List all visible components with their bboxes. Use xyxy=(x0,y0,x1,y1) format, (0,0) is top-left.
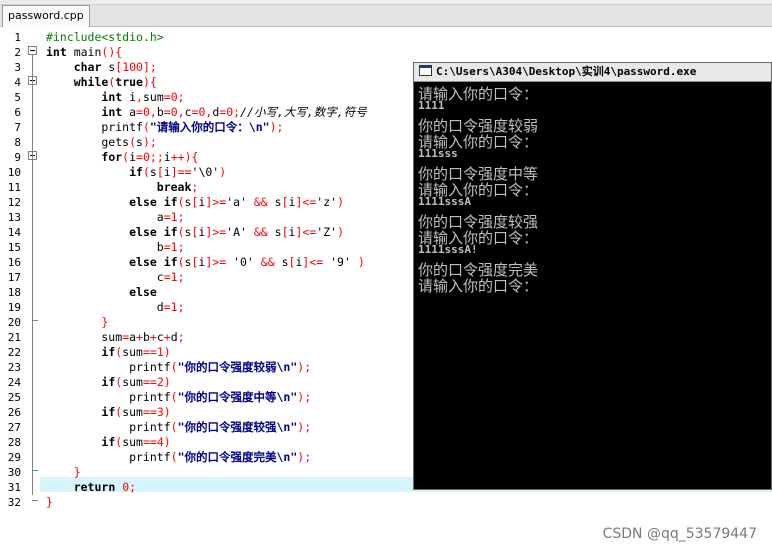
line-number: 24 xyxy=(7,376,21,389)
code-line[interactable]: int main(){ xyxy=(46,45,122,60)
line-number: 12 xyxy=(7,196,21,209)
code-line[interactable]: if(sum==1) xyxy=(46,345,170,360)
line-number: 29 xyxy=(7,451,21,464)
console-window-icon xyxy=(419,65,432,76)
line-number: 32 xyxy=(7,496,21,509)
watermark: CSDN @qq_53579447 xyxy=(602,526,757,542)
line-number: 27 xyxy=(7,421,21,434)
code-line[interactable]: for(i=0;;i++){ xyxy=(46,150,198,165)
console-line: 你的口令强度较强 xyxy=(418,213,539,231)
code-line[interactable]: break; xyxy=(46,180,199,195)
line-number: 26 xyxy=(7,406,21,419)
code-line[interactable]: gets(s); xyxy=(46,135,156,150)
code-line[interactable]: printf("请输入你的口令：\n"); xyxy=(46,120,283,135)
tab-password-cpp[interactable]: password.cpp xyxy=(2,5,90,27)
line-number: 13 xyxy=(7,211,21,224)
code-line[interactable]: else if(s[i]>= '0' && s[i]<= '9' ) xyxy=(46,255,365,270)
line-number: 22 xyxy=(7,346,21,359)
code-line[interactable]: } xyxy=(46,315,108,330)
code-line[interactable]: } xyxy=(46,465,81,480)
console-window[interactable]: C:\Users\A304\Desktop\实训4\password.exe 请… xyxy=(413,62,772,490)
code-line[interactable]: printf("你的口令强度较强\n"); xyxy=(46,420,311,435)
code-line[interactable]: int a=0,b=0,c=0,d=0;//小写,大写,数字,符号 xyxy=(46,105,366,120)
console-line: 请输入你的口令： xyxy=(418,181,539,199)
code-line[interactable]: if(sum==3) xyxy=(46,405,170,420)
console-title-bar[interactable]: C:\Users\A304\Desktop\实训4\password.exe xyxy=(414,63,771,82)
code-line[interactable]: else xyxy=(46,285,157,300)
fold-margin xyxy=(24,27,40,552)
line-number: 10 xyxy=(7,166,21,179)
line-number: 25 xyxy=(7,391,21,404)
console-output: 请输入你的口令： 1111 你的口令强度较弱 请输入你的口令： 111sss 你的口令强度… xyxy=(418,83,770,295)
console-line: 你的口令强度较弱 xyxy=(418,117,539,135)
line-number: 1 xyxy=(14,31,21,44)
code-line[interactable]: int i,sum=0; xyxy=(46,90,184,105)
console-line: 你的口令强度中等 xyxy=(418,165,539,183)
code-line[interactable]: d=1; xyxy=(46,300,185,315)
console-line: 请输入你的口令： xyxy=(418,85,539,103)
code-line[interactable]: char s[100]; xyxy=(46,60,157,75)
line-number: 11 xyxy=(7,181,21,194)
line-number: 16 xyxy=(7,256,21,269)
tab-bar-top xyxy=(0,0,772,5)
code-line[interactable]: b=1; xyxy=(46,240,185,255)
code-line[interactable]: else if(s[i]>='A' && s[i]<='Z') xyxy=(46,225,344,240)
line-number: 5 xyxy=(14,91,21,104)
code-line[interactable]: printf("你的口令强度完美\n"); xyxy=(46,450,311,465)
line-number: 8 xyxy=(14,136,21,149)
console-line: 请输入你的口令： xyxy=(418,133,539,151)
console-line: 你的口令强度完美 xyxy=(418,261,539,279)
fold-end-while xyxy=(32,470,38,471)
console-line: 请输入你的口令： xyxy=(418,229,539,247)
line-number: 14 xyxy=(7,226,21,239)
line-number: 9 xyxy=(14,151,21,164)
fold-end-main xyxy=(32,500,38,501)
line-number-gutter: 1 2 3 4 5 6 7 8 9 10 11 12 13 14 15 16 17 18 19 20 21 22 23 24 2… xyxy=(0,27,24,552)
console-line: 1111sssA xyxy=(418,195,471,208)
line-number: 2 xyxy=(14,46,21,59)
code-line[interactable]: while(true){ xyxy=(46,75,157,90)
line-number: 30 xyxy=(7,466,21,479)
console-title: C:\Users\A304\Desktop\实训4\password.exe xyxy=(436,65,697,78)
line-number: 3 xyxy=(14,61,21,74)
console-line: 请输入你的口令： xyxy=(418,277,539,295)
line-number: 20 xyxy=(7,316,21,329)
line-number: 17 xyxy=(7,271,21,284)
line-number: 19 xyxy=(7,301,21,314)
code-line[interactable]: if(sum==4) xyxy=(46,435,170,450)
line-number: 28 xyxy=(7,436,21,449)
code-line[interactable]: else if(s[i]>='a' && s[i]<='z') xyxy=(46,195,344,210)
code-line[interactable]: printf("你的口令强度较弱\n"); xyxy=(46,360,311,375)
code-line[interactable]: c=1; xyxy=(46,270,185,285)
code-line[interactable]: if(s[i]=='\0') xyxy=(46,165,226,180)
line-number: 23 xyxy=(7,361,21,374)
code-line[interactable]: printf("你的口令强度中等\n"); xyxy=(46,390,311,405)
fold-end-for xyxy=(32,320,38,321)
line-number: 6 xyxy=(14,106,21,119)
line-number: 15 xyxy=(7,241,21,254)
code-line[interactable]: return 0; xyxy=(46,480,136,495)
code-line[interactable]: a=1; xyxy=(46,210,185,225)
tab-bar: password.cpp xyxy=(0,0,772,27)
code-line[interactable]: #include<stdio.h> xyxy=(46,30,164,45)
line-number: 18 xyxy=(7,286,21,299)
console-line: 1111sssA! xyxy=(418,243,478,256)
line-number: 4 xyxy=(14,76,21,89)
line-number: 7 xyxy=(14,121,21,134)
code-line[interactable]: sum=a+b+c+d; xyxy=(46,330,184,345)
fold-guide-main xyxy=(32,55,33,495)
code-line[interactable]: if(sum==2) xyxy=(46,375,170,390)
line-number: 31 xyxy=(7,481,21,494)
fold-toggle-main-icon[interactable] xyxy=(28,46,37,55)
code-line[interactable]: } xyxy=(46,495,53,510)
line-number: 21 xyxy=(7,331,21,344)
